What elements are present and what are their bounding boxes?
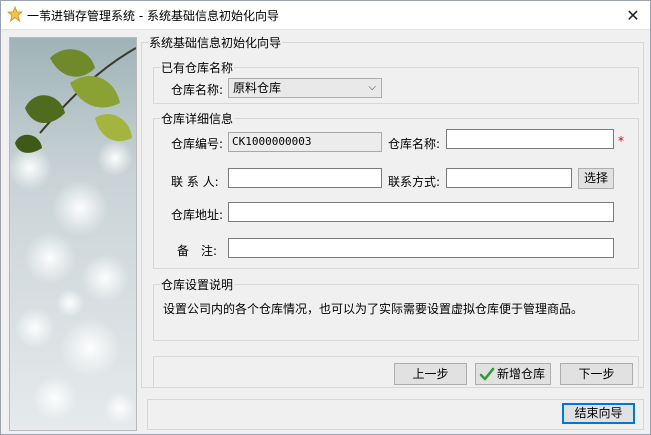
title-bar[interactable]: 一苇进销存管理系统 - 系统基础信息初始化向导 ✕ [1, 1, 650, 30]
next-step-button[interactable]: 下一步 [560, 363, 633, 385]
add-warehouse-button[interactable]: 新增仓库 [475, 363, 551, 385]
prev-step-button[interactable]: 上一步 [394, 363, 467, 385]
warehouse-detail-title: 仓库详细信息 [160, 110, 235, 127]
warehouse-info-text: 设置公司内的各个仓库情况，也可以为了实际需要设置虚拟仓库便于管理商品。 [163, 302, 584, 316]
close-button[interactable]: ✕ [616, 1, 650, 29]
warehouse-address-field[interactable] [228, 202, 614, 222]
checkmark-icon [479, 367, 495, 381]
existing-warehouse-label: 仓库名称: [171, 83, 224, 97]
contact-person-field[interactable] [228, 168, 382, 188]
contact-person-label: 联 系 人: [171, 175, 219, 189]
existing-warehouse-value: 原料仓库 [233, 81, 282, 95]
chevron-down-icon: ⌵ [368, 82, 376, 93]
contact-method-label: 联系方式: [388, 175, 441, 189]
warehouse-code-label: 仓库编号: [171, 137, 224, 151]
existing-warehouse-group: 已有仓库名称 [153, 59, 639, 104]
warehouse-name-field[interactable] [446, 129, 614, 149]
window-title: 一苇进销存管理系统 - 系统基础信息初始化向导 [27, 9, 279, 23]
remark-field[interactable] [228, 238, 614, 258]
warehouse-address-label: 仓库地址: [171, 208, 224, 222]
remark-label: 备 注: [177, 244, 218, 258]
choose-button[interactable]: 选择 [578, 168, 614, 189]
decorative-leaf-image [9, 37, 137, 431]
existing-warehouse-select[interactable]: 原料仓库 ⌵ [228, 78, 382, 98]
contact-method-field[interactable] [446, 168, 572, 188]
warehouse-info-title: 仓库设置说明 [160, 276, 235, 293]
star-icon [7, 6, 23, 22]
required-indicator: * [618, 134, 624, 148]
warehouse-name-label: 仓库名称: [388, 137, 441, 151]
wizard-window: 一苇进销存管理系统 - 系统基础信息初始化向导 ✕ 系统基础信息初始化向导 已有… [0, 0, 651, 435]
warehouse-code-field: CK1000000003 [228, 132, 382, 152]
existing-warehouse-title: 已有仓库名称 [160, 59, 235, 76]
add-warehouse-label: 新增仓库 [496, 367, 545, 381]
finish-wizard-button[interactable]: 结束向导 [562, 403, 635, 424]
close-icon: ✕ [626, 5, 640, 25]
wizard-title: 系统基础信息初始化向导 [148, 34, 283, 51]
